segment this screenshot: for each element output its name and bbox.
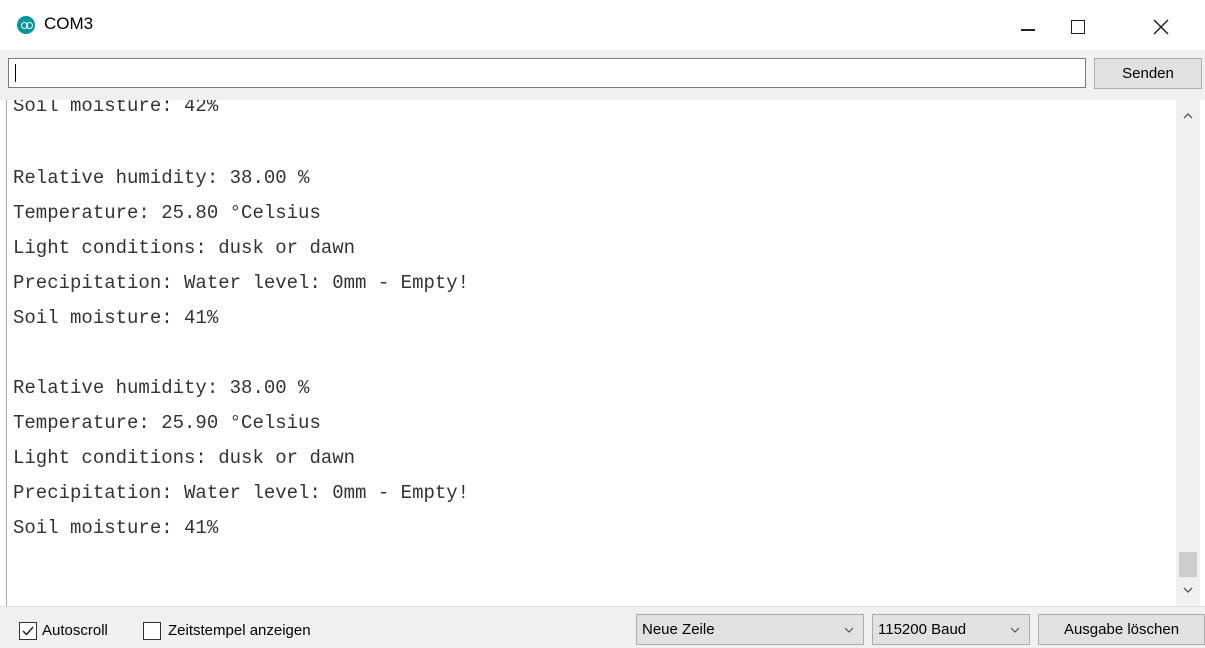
output-line: Soil moisture: 41%: [13, 517, 219, 539]
vertical-scrollbar[interactable]: [1176, 100, 1200, 606]
chevron-down-icon: [844, 627, 854, 633]
output-line: Soil moisture: 42%: [13, 100, 219, 117]
checkmark-icon: [22, 626, 34, 636]
scroll-down-icon[interactable]: [1176, 578, 1200, 602]
baud-rate-value: 115200 Baud: [878, 621, 967, 638]
output-line: Relative humidity: 38.00 %: [13, 377, 310, 399]
send-input[interactable]: [8, 58, 1086, 88]
output-line: Temperature: 25.90 °Celsius: [13, 412, 321, 434]
baud-rate-select[interactable]: 115200 Baud: [872, 614, 1030, 645]
chevron-down-icon: [1010, 627, 1020, 633]
output-line: Soil moisture: 41%: [13, 307, 219, 329]
scroll-thumb[interactable]: [1179, 552, 1197, 577]
arduino-icon: [17, 16, 35, 34]
send-button[interactable]: Senden: [1094, 58, 1202, 89]
title-bar: COM3: [0, 0, 1205, 50]
text-caret: [15, 64, 16, 82]
maximize-icon[interactable]: [1052, 0, 1102, 50]
output-line: Precipitation: Water level: 0mm - Empty!: [13, 482, 470, 504]
window-title: COM3: [44, 14, 94, 33]
output-line: Relative humidity: 38.00 %: [13, 167, 310, 189]
minimize-icon[interactable]: [1002, 0, 1052, 50]
serial-output[interactable]: Soil moisture: 42% Relative humidity: 38…: [6, 100, 1176, 606]
output-line: Light conditions: dusk or dawn: [13, 447, 356, 469]
output-line: Precipitation: Water level: 0mm - Empty!: [13, 272, 470, 294]
output-line: Temperature: 25.80 °Celsius: [13, 202, 321, 224]
line-ending-value: Neue Zeile: [642, 621, 715, 638]
autoscroll-label: Autoscroll: [42, 622, 108, 639]
clear-output-button[interactable]: Ausgabe löschen: [1038, 614, 1205, 645]
autoscroll-checkbox[interactable]: [19, 622, 37, 640]
close-icon[interactable]: [1138, 0, 1188, 50]
timestamp-label: Zeitstempel anzeigen: [168, 622, 311, 639]
scroll-up-icon[interactable]: [1176, 104, 1200, 128]
timestamp-checkbox[interactable]: [143, 622, 161, 640]
line-ending-select[interactable]: Neue Zeile: [636, 614, 864, 645]
output-line: Light conditions: dusk or dawn: [13, 237, 356, 259]
